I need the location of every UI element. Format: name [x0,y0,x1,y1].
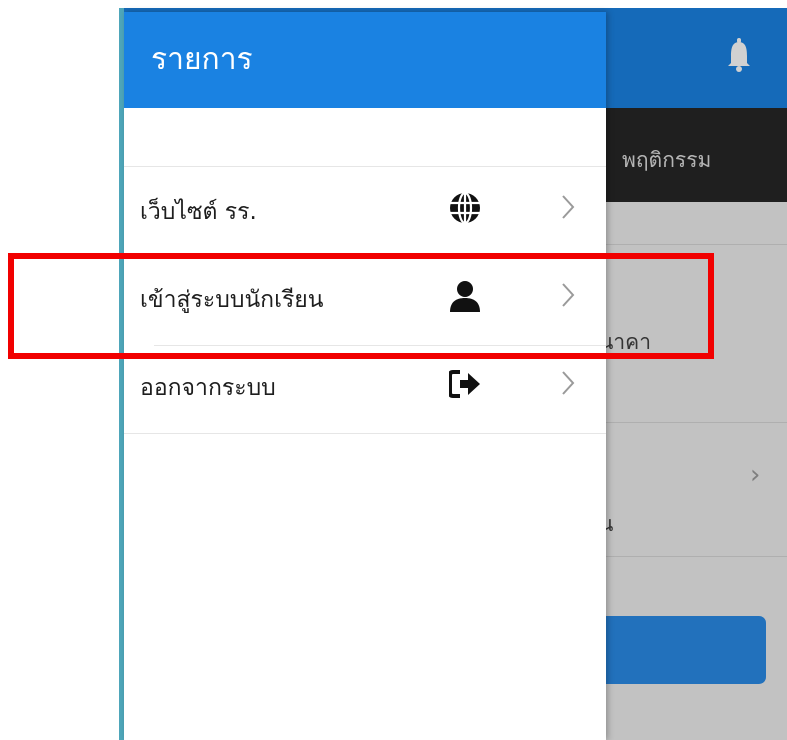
drawer-header: รายการ [124,12,606,108]
menu-item-logout[interactable]: ออกจากระบบ [124,346,606,434]
menu-item-label: เว็บไซต์ รร. [140,199,257,225]
highlight-box [8,253,714,359]
divider [124,166,606,167]
drawer-title: รายการ [151,42,253,77]
chevron-right-icon [562,195,575,219]
sign-out-icon [449,370,480,398]
chevron-right-icon [562,371,575,395]
globe-icon [450,192,480,224]
navigation-drawer: รายการ เว็บไซต์ รร. เข้าสู่ระบบนักเรียน … [124,12,606,740]
divider [124,433,606,434]
menu-item-label: ออกจากระบบ [140,375,276,401]
menu-item-school-website[interactable]: เว็บไซต์ รร. [124,170,606,258]
